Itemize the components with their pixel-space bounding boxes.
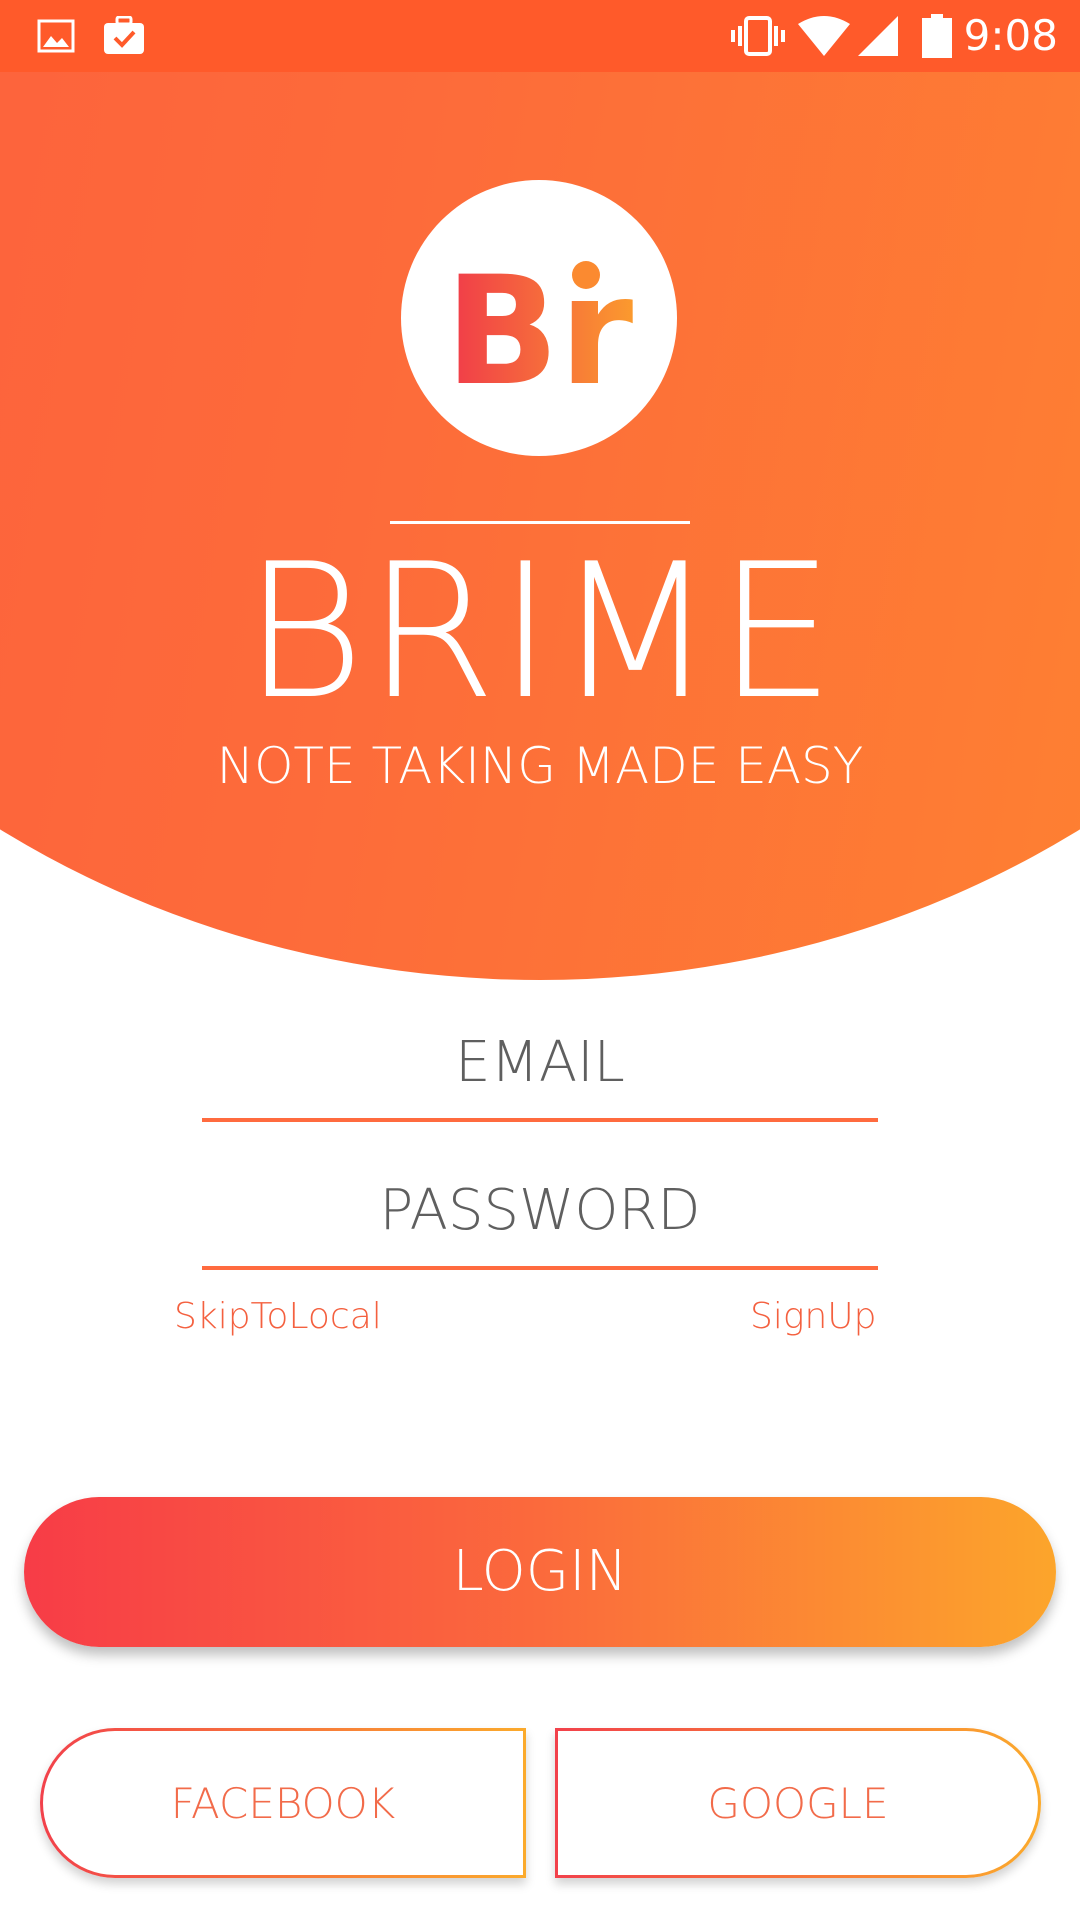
email-underline [202, 1118, 878, 1122]
facebook-button-label: FACEBOOK [43, 1731, 523, 1875]
password-underline [202, 1266, 878, 1270]
password-field[interactable] [202, 1160, 878, 1260]
facebook-button[interactable]: FACEBOOK [40, 1728, 526, 1878]
vibrate-icon [730, 16, 786, 56]
password-field-container [202, 1160, 878, 1270]
battery-icon [922, 14, 952, 58]
signal-icon [856, 16, 900, 56]
briefcase-check-icon [102, 15, 146, 56]
app-tagline: NOTE TAKING MADE EASY [216, 737, 864, 795]
app-logo: Br [401, 180, 677, 456]
status-time: 9:08 [963, 11, 1058, 60]
wifi-icon [796, 16, 852, 56]
email-field[interactable] [202, 1012, 878, 1112]
image-icon [36, 16, 76, 56]
hero: Br BRIME NOTE TAKING MADE EASY [0, 72, 1080, 972]
google-button[interactable]: GOOGLE [555, 1728, 1041, 1878]
skip-to-local-link[interactable]: SkipToLocal [174, 1292, 382, 1342]
login-screen: 9:08 Br BRIME NOTE TAKING MADE EASY EMAI… [0, 0, 1080, 1920]
signup-link[interactable]: SignUp [750, 1292, 876, 1342]
email-field-container [202, 1012, 878, 1122]
app-title: BRIME [243, 523, 837, 740]
status-bar: 9:08 [0, 0, 1080, 72]
login-button[interactable]: LOGIN [24, 1497, 1056, 1647]
logo-text: Br [445, 245, 633, 419]
google-button-label: GOOGLE [558, 1731, 1038, 1875]
